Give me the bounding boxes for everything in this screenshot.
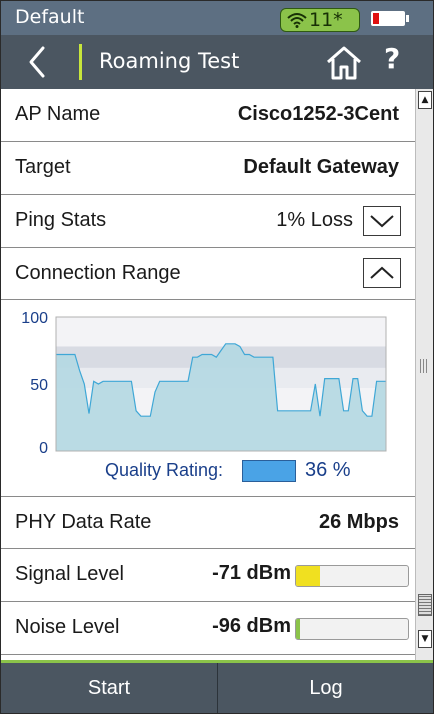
chevron-down-icon	[370, 215, 394, 228]
scroll-up-button[interactable]: ▲	[418, 91, 432, 109]
quality-rating-value: 36 %	[305, 459, 351, 481]
battery-icon	[371, 11, 409, 26]
noise-level-bar	[295, 618, 409, 640]
y-tick-label: 0	[39, 440, 48, 457]
target-label: Target	[15, 156, 71, 178]
ap-name-label: AP Name	[15, 103, 101, 125]
ping-stats-row: Ping Stats 1% Loss	[1, 195, 415, 248]
quality-swatch	[242, 460, 296, 482]
phy-data-rate-row: PHY Data Rate 26 Mbps	[1, 497, 415, 549]
scroll-grip[interactable]	[420, 359, 428, 373]
noise-level-value: -96 dBm	[212, 615, 291, 637]
start-button[interactable]: Start	[1, 663, 217, 713]
status-bar: Default 11*	[1, 1, 433, 35]
signal-level-bar	[295, 565, 409, 587]
y-tick-label: 100	[21, 310, 48, 327]
noise-level-bar-fill	[296, 619, 300, 639]
log-button[interactable]: Log	[218, 663, 433, 713]
battery-level	[373, 13, 379, 24]
scroll-thumb[interactable]	[418, 594, 432, 616]
scrollbar[interactable]: ▲ ▼	[415, 89, 433, 661]
app-frame: Default 11* Roaming Test ? AP Name Cisco…	[0, 0, 434, 714]
connection-range-row: Connection Range	[1, 248, 415, 299]
profile-name: Default	[15, 6, 85, 28]
content-area: AP Name Cisco1252-3Cent Target Default G…	[1, 89, 415, 661]
title-bar: Roaming Test ?	[1, 35, 433, 89]
signal-level-label: Signal Level	[15, 563, 124, 585]
y-tick-label: 50	[30, 377, 48, 394]
ap-name-value: Cisco1252-3Cent	[237, 103, 399, 125]
ping-stats-value: 1% Loss	[276, 209, 353, 231]
chevron-up-icon	[370, 266, 394, 279]
scroll-down-button[interactable]: ▼	[418, 630, 432, 648]
target-value: Default Gateway	[243, 156, 399, 178]
connection-range-label: Connection Range	[15, 262, 181, 284]
phy-data-rate-label: PHY Data Rate	[15, 511, 152, 533]
signal-level-bar-fill	[296, 566, 320, 586]
signal-level-value: -71 dBm	[212, 562, 291, 584]
page-title: Roaming Test	[99, 49, 240, 73]
quality-rating-label: Quality Rating:	[105, 460, 224, 480]
signal-level-row: Signal Level -71 dBm	[1, 549, 415, 602]
connection-range-chart: 100 50 0 Quality Rating: 36 %	[1, 300, 415, 497]
help-button[interactable]: ?	[384, 42, 400, 75]
wifi-count: 11*	[309, 9, 343, 31]
noise-level-row: Noise Level -96 dBm	[1, 602, 415, 655]
ping-stats-label: Ping Stats	[15, 209, 107, 231]
wifi-icon	[287, 13, 307, 28]
chevron-left-icon[interactable]	[19, 45, 59, 79]
wifi-status-badge[interactable]: 11*	[280, 8, 360, 32]
ap-name-row: AP Name Cisco1252-3Cent	[1, 89, 415, 142]
title-separator	[79, 44, 82, 80]
noise-level-label: Noise Level	[15, 616, 120, 638]
bottom-bar: Start Log	[1, 663, 433, 713]
phy-data-rate-value: 26 Mbps	[318, 511, 399, 533]
connection-range-collapse-button[interactable]	[363, 258, 401, 288]
home-icon[interactable]	[326, 45, 362, 81]
target-row: Target Default Gateway	[1, 142, 415, 195]
ping-stats-expand-button[interactable]	[363, 206, 401, 236]
